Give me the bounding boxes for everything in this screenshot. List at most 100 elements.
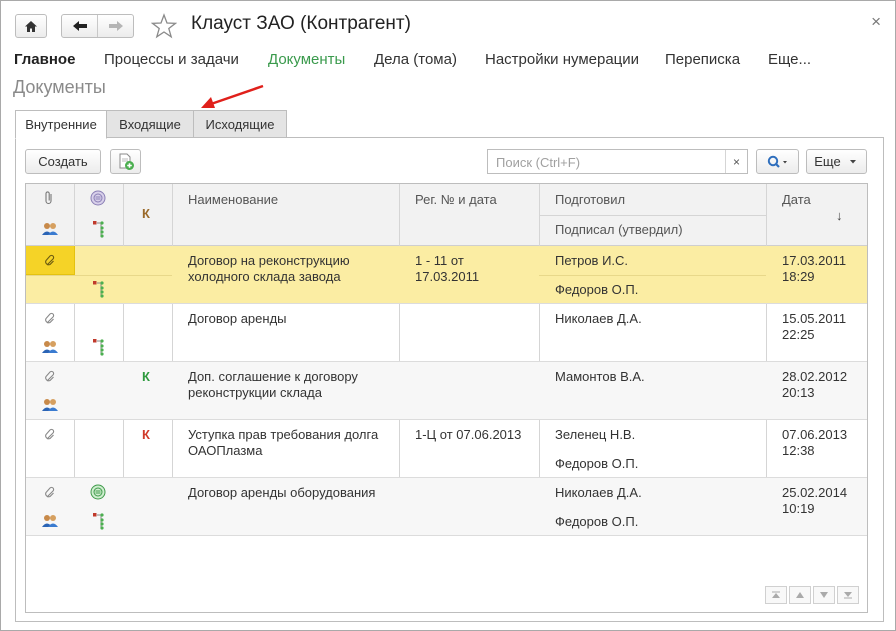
tab-incoming[interactable]: Входящие <box>106 110 194 138</box>
k-marker: К <box>142 427 150 442</box>
paperclip-icon <box>45 370 55 382</box>
doc-reg: 1 - 11 от 17.03.2011 <box>415 253 480 284</box>
header-reg[interactable]: Рег. № и дата <box>415 192 497 207</box>
nav-item-processes[interactable]: Процессы и задачи <box>104 51 239 68</box>
app-window: Клауст ЗАО (Контрагент) × Главное Процес… <box>0 0 896 631</box>
table-row[interactable]: Договор аренды Николаев Д.А. 15.05.2011 … <box>26 304 867 362</box>
doc-name: Доп. соглашение к договору реконструкции… <box>188 369 358 400</box>
k-marker: К <box>142 369 150 384</box>
header-signed[interactable]: Подписал (утвердил) <box>555 222 683 237</box>
scroll-up-button[interactable] <box>789 586 811 604</box>
scroll-controls <box>763 586 859 604</box>
doc-date: 07.06.2013 <box>782 427 848 442</box>
scroll-down-icon <box>820 592 828 598</box>
clear-search-icon[interactable]: × <box>725 150 747 173</box>
doc-name: Договор на реконструкцию холодного склад… <box>188 253 350 284</box>
doc-time: 22:25 <box>782 327 815 342</box>
doc-signed: Федоров О.П. <box>555 456 639 471</box>
new-document-icon <box>119 153 134 170</box>
route-tree-icon <box>93 281 104 298</box>
paperclip-icon <box>45 191 52 205</box>
doc-prepared: Николаев Д.А. <box>555 311 642 326</box>
nav-item-cases[interactable]: Дела (тома) <box>374 51 457 68</box>
search-icon <box>767 155 787 168</box>
search-input[interactable] <box>494 153 719 171</box>
doc-date: 28.02.2012 <box>782 369 848 384</box>
doc-time: 20:13 <box>782 385 815 400</box>
scroll-up-icon <box>796 592 804 598</box>
home-button[interactable] <box>15 14 47 38</box>
create-button[interactable]: Создать <box>25 149 101 174</box>
doc-signed: Федоров О.П. <box>555 514 639 529</box>
header-date[interactable]: Дата <box>782 192 811 207</box>
nav-item-numbering[interactable]: Настройки нумерации <box>485 51 639 68</box>
favorite-star-icon[interactable] <box>151 13 177 39</box>
more-actions-label: Еще <box>814 154 841 169</box>
chevron-down-icon <box>849 159 856 163</box>
table-header: К Наименование Рег. № и дата Подготовил … <box>26 184 867 246</box>
doc-prepared: Николаев Д.А. <box>555 485 642 500</box>
doc-prepared: Петров И.С. <box>555 253 629 268</box>
users-icon <box>42 223 58 235</box>
doc-time: 18:29 <box>782 269 815 284</box>
doc-date: 25.02.2014 <box>782 485 848 500</box>
approval-status-icon <box>90 190 106 206</box>
table-row[interactable]: Договор аренды оборудования Николаев Д.А… <box>26 478 867 536</box>
users-icon <box>42 341 58 353</box>
doc-date: 17.03.2011 <box>782 253 847 268</box>
search-field[interactable]: × <box>487 149 748 174</box>
users-icon <box>42 515 58 527</box>
home-icon <box>25 20 37 32</box>
doc-name: Договор аренды оборудования <box>188 485 376 500</box>
table-row[interactable]: К Уступка прав требования долга ОАОПлазм… <box>26 420 867 478</box>
doc-time: 10:19 <box>782 501 815 516</box>
route-tree-icon <box>93 339 104 356</box>
title-bar: Клауст ЗАО (Контрагент) × <box>1 1 895 47</box>
nav-item-more[interactable]: Еще... <box>768 51 811 68</box>
history-nav <box>61 14 134 38</box>
doc-prepared: Мамонтов В.А. <box>555 369 645 384</box>
doc-name: Договор аренды <box>188 311 287 326</box>
table-row[interactable]: К Доп. соглашение к договору реконструкц… <box>26 362 867 420</box>
route-tree-icon <box>93 221 104 238</box>
paperclip-icon <box>45 486 55 498</box>
doc-name: Уступка прав требования долга ОАОПлазма <box>188 427 379 458</box>
tab-internal[interactable]: Внутренние <box>15 110 107 139</box>
window-title: Клауст ЗАО (Контрагент) <box>191 13 411 34</box>
arrow-right-icon <box>108 21 123 31</box>
forward-button[interactable] <box>98 15 133 37</box>
close-icon[interactable]: × <box>871 13 881 30</box>
paperclip-icon <box>45 428 55 440</box>
header-name[interactable]: Наименование <box>188 192 278 207</box>
tab-outgoing[interactable]: Исходящие <box>193 110 287 138</box>
section-title: Документы <box>13 77 106 97</box>
tab-content: Создать × Еще <box>15 137 884 622</box>
search-options-button[interactable] <box>756 149 799 174</box>
documents-table[interactable]: К Наименование Рег. № и дата Подготовил … <box>25 183 868 613</box>
create-from-file-button[interactable] <box>110 149 141 174</box>
users-icon <box>42 399 58 411</box>
header-k: К <box>142 206 150 221</box>
scroll-last-button[interactable] <box>837 586 859 604</box>
doc-date: 15.05.2011 <box>782 311 847 326</box>
table-row[interactable]: Договор на реконструкцию холодного склад… <box>26 246 867 304</box>
scroll-top-icon <box>772 591 780 598</box>
scroll-bottom-icon <box>844 592 852 599</box>
scroll-down-button[interactable] <box>813 586 835 604</box>
nav-item-main[interactable]: Главное <box>14 51 75 68</box>
nav-item-correspondence[interactable]: Переписка <box>665 51 740 68</box>
doc-signed: Федоров О.П. <box>555 282 639 297</box>
approved-status-icon <box>90 484 106 500</box>
doc-time: 12:38 <box>782 443 815 458</box>
back-button[interactable] <box>62 15 97 37</box>
paperclip-icon <box>45 312 55 324</box>
doc-reg: 1-Ц от 07.06.2013 <box>415 427 522 442</box>
sort-desc-icon[interactable]: ↓ <box>836 208 843 223</box>
more-actions-button[interactable]: Еще <box>806 149 867 174</box>
scroll-first-button[interactable] <box>765 586 787 604</box>
paperclip-icon <box>45 254 55 266</box>
nav-item-documents[interactable]: Документы <box>268 51 345 68</box>
header-prepared[interactable]: Подготовил <box>555 192 625 207</box>
arrow-left-icon <box>72 21 87 31</box>
doc-prepared: Зеленец Н.В. <box>555 427 636 442</box>
